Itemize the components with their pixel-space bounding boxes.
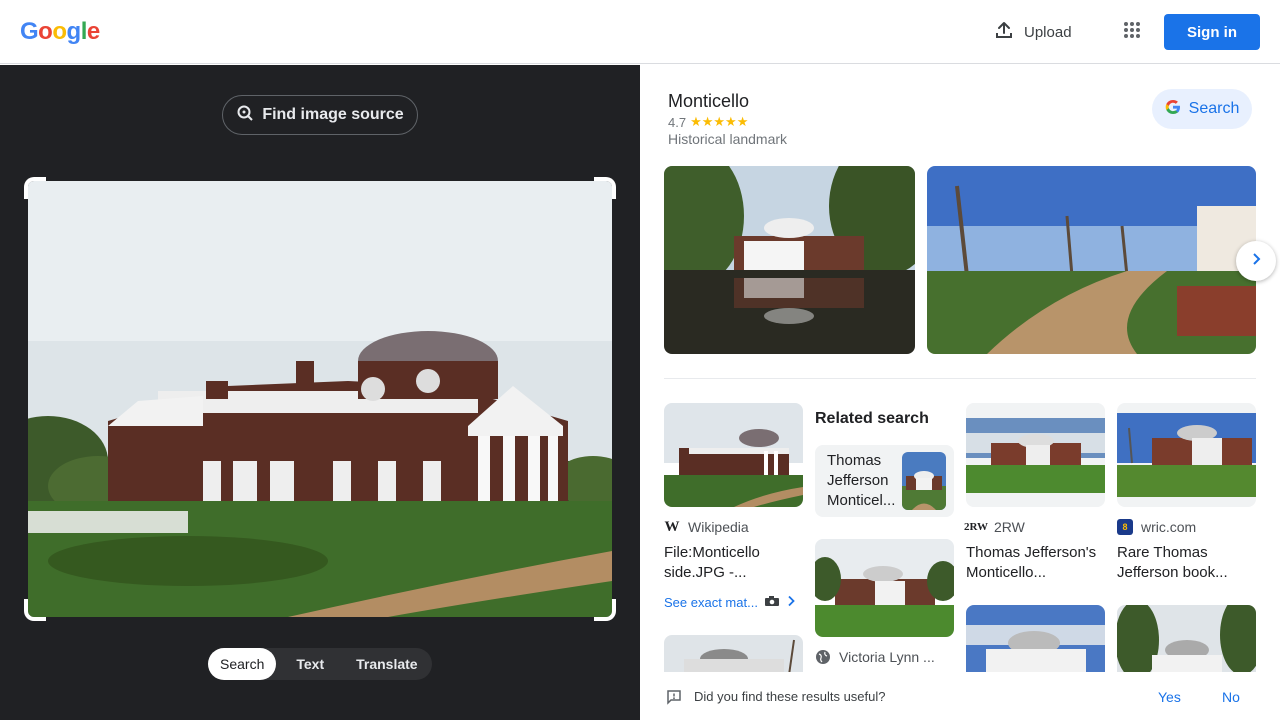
tab-translate[interactable]: Translate xyxy=(338,648,429,680)
lens-mode-tabs: Search Text Translate xyxy=(208,648,432,680)
visual-match-card[interactable] xyxy=(664,635,803,675)
result-source: W Wikipedia xyxy=(664,518,803,536)
entity-type: Historical landmark xyxy=(668,131,788,147)
result-thumbnail xyxy=(815,539,954,637)
apps-grid-icon xyxy=(1123,21,1141,44)
upload-label: Upload xyxy=(1024,23,1072,41)
tab-search[interactable]: Search xyxy=(208,648,277,680)
logo-letter: o xyxy=(38,18,53,45)
visual-match-card[interactable]: W Wikipedia File:Monticello side.JPG -..… xyxy=(664,403,803,610)
feedback-bar: Did you find these results useful? Yes N… xyxy=(640,672,1280,720)
rating-value: 4.7 xyxy=(668,114,687,130)
source-name: wric.com xyxy=(1141,519,1197,535)
result-thumbnail xyxy=(664,403,803,507)
crop-corner-top-left[interactable] xyxy=(24,177,46,199)
google-g-icon xyxy=(1165,99,1181,120)
visual-match-card[interactable] xyxy=(966,605,1105,675)
feedback-icon xyxy=(666,689,682,710)
results-pane: Monticello 4.7 ★★★★★ Historical landmark… xyxy=(640,65,1280,720)
image-crop-frame[interactable] xyxy=(24,177,616,621)
visual-match-card[interactable] xyxy=(1117,605,1256,675)
search-label: Search xyxy=(1188,100,1240,117)
sign-in-button[interactable]: Sign in xyxy=(1164,14,1260,50)
result-title: Rare Thomas Jefferson book... xyxy=(1117,544,1228,581)
feedback-question: Did you find these results useful? xyxy=(694,689,886,704)
apps-grid-button[interactable] xyxy=(1116,16,1148,48)
related-search-chip[interactable]: Thomas Jefferson Monticel... xyxy=(815,445,954,517)
related-search-header: Related search xyxy=(815,410,929,427)
visual-match-card[interactable]: Victoria Lynn ... xyxy=(815,539,954,665)
knowledge-panel-image[interactable] xyxy=(664,166,915,354)
result-thumbnail xyxy=(966,403,1105,507)
logo-letter: e xyxy=(86,18,100,45)
chevron-right-icon xyxy=(786,595,796,610)
lens-search-icon xyxy=(236,104,254,127)
see-exact-label: See exact mat... xyxy=(664,595,758,610)
upload-icon xyxy=(994,20,1014,44)
see-exact-matches-link[interactable]: See exact mat... xyxy=(664,595,803,610)
result-source: 8 wric.com xyxy=(1117,519,1256,535)
logo-letter: g xyxy=(66,18,82,45)
feedback-yes-button[interactable]: Yes xyxy=(1158,689,1181,705)
find-image-source-button[interactable]: Find image source xyxy=(222,95,418,135)
result-title: Thomas Jefferson's Monticello... xyxy=(966,544,1097,581)
google-search-button[interactable]: Search xyxy=(1152,89,1252,129)
visual-match-card[interactable]: 2RW 2RW Thomas Jefferson's Monticello... xyxy=(963,403,1105,583)
tab-text[interactable]: Text xyxy=(276,648,338,680)
logo-letter: o xyxy=(52,18,67,45)
result-thumbnail xyxy=(966,605,1105,675)
logo-letter: G xyxy=(20,18,39,45)
result-source: Victoria Lynn ... xyxy=(815,649,954,665)
crop-corner-top-right[interactable] xyxy=(594,177,616,199)
google-logo[interactable]: Google xyxy=(20,18,100,46)
camera-icon xyxy=(764,595,780,610)
divider xyxy=(664,378,1256,379)
wric-logo-icon: 8 xyxy=(1117,519,1133,535)
knowledge-panel-title[interactable]: Monticello xyxy=(668,91,749,112)
crop-corner-bottom-right[interactable] xyxy=(594,599,616,621)
crop-corner-bottom-left[interactable] xyxy=(24,599,46,621)
globe-icon xyxy=(815,649,831,665)
result-title: File:Monticello side.JPG -... xyxy=(664,544,760,581)
query-photo xyxy=(28,181,612,617)
top-bar: Google Upload Sign in xyxy=(0,0,1280,64)
rating-stars: ★★★★★ xyxy=(690,114,749,129)
2rw-logo-icon: 2RW xyxy=(963,521,989,533)
wikipedia-icon: W xyxy=(664,518,680,535)
result-thumbnail xyxy=(1117,605,1256,675)
knowledge-panel-image[interactable] xyxy=(927,166,1256,354)
result-thumbnail xyxy=(664,635,803,675)
chevron-right-icon xyxy=(1248,251,1264,272)
upload-button[interactable]: Upload xyxy=(984,14,1082,50)
related-search-text: Thomas Jefferson Monticel... xyxy=(827,452,896,509)
source-name: Victoria Lynn ... xyxy=(839,649,935,665)
result-source: 2RW 2RW xyxy=(963,519,1105,535)
result-thumbnail xyxy=(1117,403,1256,507)
feedback-no-button[interactable]: No xyxy=(1222,689,1240,705)
source-name: 2RW xyxy=(994,519,1025,535)
lens-image-pane: Find image source Search Text Translate xyxy=(0,65,640,720)
carousel-next-button[interactable] xyxy=(1236,241,1276,281)
visual-match-card[interactable]: 8 wric.com Rare Thomas Jefferson book... xyxy=(1117,403,1256,583)
source-name: Wikipedia xyxy=(688,519,749,535)
find-image-source-label: Find image source xyxy=(262,106,404,123)
rating-row: 4.7 ★★★★★ xyxy=(668,114,748,130)
related-search-thumbnail xyxy=(902,452,946,510)
